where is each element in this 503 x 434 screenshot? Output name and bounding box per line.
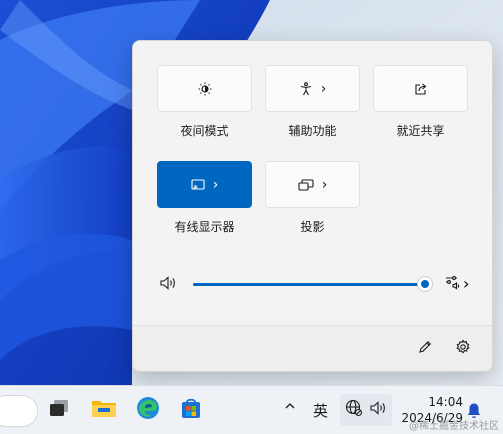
file-explorer-icon — [91, 397, 117, 423]
chevron-up-icon — [283, 398, 297, 417]
brightness-moon-icon — [198, 82, 212, 96]
tile-nearby-share[interactable] — [373, 65, 468, 112]
network-volume-tray-button[interactable] — [340, 394, 392, 426]
tile-wired-display[interactable]: › — [157, 161, 252, 208]
tile-label-wired-display: 有线显示器 — [174, 220, 235, 234]
task-view-button[interactable] — [44, 395, 74, 425]
tile-night-mode[interactable] — [157, 65, 252, 112]
volume-row: › — [133, 269, 492, 299]
tile-label-nearby-share: 就近共享 — [396, 124, 445, 138]
edge-button[interactable] — [133, 395, 163, 425]
clock-time: 14:04 — [428, 395, 463, 409]
task-view-icon — [48, 399, 70, 421]
volume-slider-thumb[interactable] — [418, 277, 432, 291]
accessibility-icon — [299, 81, 313, 96]
share-icon — [414, 82, 428, 96]
file-explorer-button[interactable] — [89, 395, 119, 425]
chevron-right-icon: › — [463, 274, 470, 293]
taskbar-search-box[interactable] — [0, 395, 38, 427]
volume-mixer-button[interactable]: › — [445, 274, 469, 294]
settings-button[interactable] — [453, 339, 473, 359]
edge-icon — [136, 396, 160, 424]
edit-quick-settings-button[interactable] — [415, 339, 435, 359]
pencil-icon — [417, 339, 433, 359]
chevron-right-icon: › — [321, 176, 328, 193]
watermark-text: @稀土掘金技术社区 — [409, 421, 499, 432]
tile-accessibility[interactable]: › — [265, 65, 360, 112]
speaker-icon[interactable] — [159, 275, 177, 295]
tile-label-project: 投影 — [300, 220, 325, 234]
tile-label-accessibility: 辅助功能 — [288, 124, 337, 138]
input-method-indicator[interactable]: 英 — [313, 400, 328, 421]
volume-slider-fill — [193, 283, 425, 286]
tile-label-night-mode: 夜间模式 — [180, 124, 229, 138]
quick-settings-panel: 夜间模式 › 辅助功能 就近共享 › 有线显示器 › 投影 › — [132, 40, 493, 372]
project-icon — [298, 178, 314, 191]
network-globe-icon — [345, 399, 363, 421]
store-button[interactable] — [176, 395, 206, 425]
cast-icon — [191, 178, 205, 191]
sound-mixer-icon — [445, 274, 461, 294]
volume-slider[interactable] — [193, 277, 432, 291]
taskbar: 英 14:04 2024/6/29 @稀土掘金技术社区 — [0, 385, 503, 434]
show-hidden-icons-button[interactable] — [283, 398, 297, 417]
gear-icon — [455, 339, 471, 359]
quick-settings-footer — [133, 325, 492, 371]
store-icon — [179, 396, 203, 424]
tile-project[interactable]: › — [265, 161, 360, 208]
chevron-right-icon: › — [212, 176, 219, 193]
chevron-right-icon: › — [320, 80, 327, 97]
speaker-icon — [369, 400, 387, 420]
